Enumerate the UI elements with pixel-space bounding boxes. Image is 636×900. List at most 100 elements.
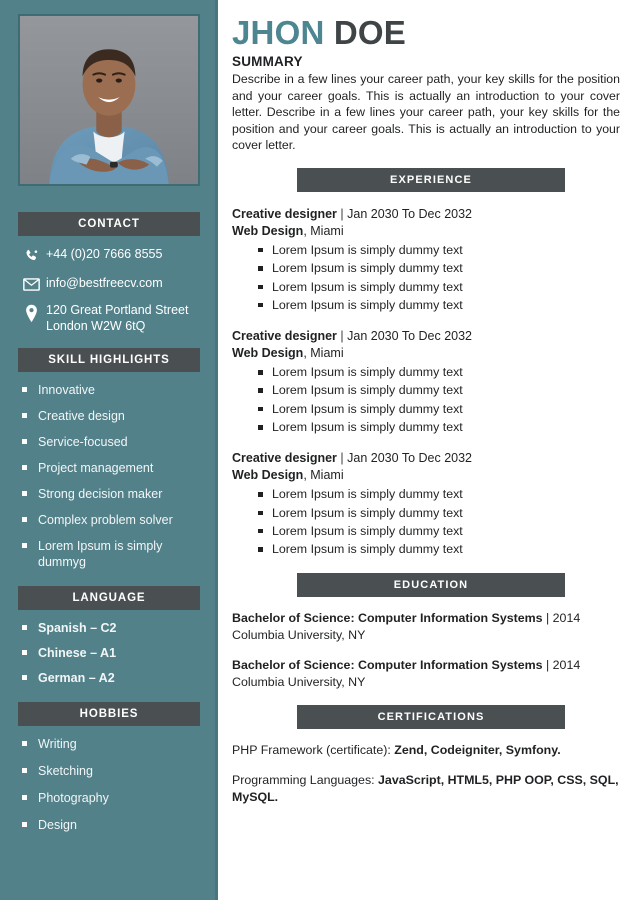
list-item: Photography [22, 790, 208, 806]
certification-label: PHP Framework (certificate): [232, 742, 395, 757]
experience-city: , Miami [303, 223, 344, 238]
contact-address-text: 120 Great Portland Street London W2W 6tQ [46, 303, 189, 333]
location-pin-icon [18, 303, 44, 323]
sidebar-section-contact-title: CONTACT [18, 212, 200, 236]
sidebar-section-hobbies-title: HOBBIES [18, 702, 200, 726]
list-item: Lorem Ipsum is simply dummy text [258, 296, 620, 314]
list-item: Lorem Ipsum is simply dummy text [258, 504, 620, 522]
profile-photo-frame [18, 14, 200, 186]
list-item: Lorem Ipsum is simply dummy text [258, 259, 620, 277]
experience-entry: Creative designer | Jan 2030 To Dec 2032… [232, 450, 620, 558]
list-item: Lorem Ipsum is simply dummyg [22, 538, 208, 570]
separator: | [545, 610, 550, 625]
list-item: Lorem Ipsum is simply dummy text [258, 540, 620, 558]
contact-row-email[interactable]: info@bestfreecv.com [18, 276, 206, 292]
experience-role-line: Creative designer | Jan 2030 To Dec 2032 [232, 328, 620, 345]
education-degree: Bachelor of Science: Computer Informatio… [232, 610, 543, 625]
separator: | [340, 206, 344, 221]
education-year: 2014 [552, 610, 581, 625]
experience-role-line: Creative designer | Jan 2030 To Dec 2032 [232, 206, 620, 223]
list-item: Innovative [22, 382, 208, 398]
main-content: JHON DOE SUMMARY Describe in a few lines… [218, 0, 636, 900]
list-item: Chinese – A1 [22, 645, 208, 661]
separator: | [340, 451, 344, 466]
experience-entry: Creative designer | Jan 2030 To Dec 2032… [232, 328, 620, 436]
list-item: Lorem Ipsum is simply dummy text [258, 363, 620, 381]
experience-role: Creative designer [232, 329, 337, 344]
experience-bullets: Lorem Ipsum is simply dummy text Lorem I… [232, 241, 620, 314]
contact-row-phone[interactable]: +44 (0)20 7666 8555 [18, 247, 206, 265]
list-item: Lorem Ipsum is simply dummy text [258, 485, 620, 503]
certification-label: Programming Languages: [232, 772, 379, 787]
list-item: Lorem Ipsum is simply dummy text [258, 522, 620, 540]
list-item: Strong decision maker [22, 486, 208, 502]
experience-role: Creative designer [232, 451, 337, 466]
sidebar-section-skills-title: SKILL HIGHLIGHTS [18, 348, 200, 372]
name-first: JHON [232, 14, 325, 51]
profile-photo [20, 16, 198, 184]
education-entry: Bachelor of Science: Computer Informatio… [232, 610, 620, 644]
name-last: DOE [333, 14, 406, 51]
certification-value: Zend, Codeigniter, Symfony. [394, 742, 561, 757]
summary-heading: SUMMARY [232, 54, 303, 69]
experience-city: , Miami [303, 346, 344, 361]
sidebar-section-language-title: LANGUAGE [18, 586, 200, 610]
list-item: Service-focused [22, 434, 208, 450]
hobbies-list: Writing Sketching Photography Design [0, 736, 218, 833]
experience-role-line: Creative designer | Jan 2030 To Dec 2032 [232, 450, 620, 467]
education-degree: Bachelor of Science: Computer Informatio… [232, 657, 543, 672]
list-item: Sketching [22, 763, 208, 779]
experience-bullets: Lorem Ipsum is simply dummy text Lorem I… [232, 485, 620, 558]
separator: | [545, 657, 550, 672]
education-school: Columbia University, NY [232, 674, 366, 689]
list-item: Creative design [22, 408, 208, 424]
education-year: 2014 [552, 657, 581, 672]
sidebar: CONTACT +44 (0)20 7666 8555 info@bestfre… [0, 0, 218, 900]
section-header-education: EDUCATION [297, 572, 565, 597]
experience-dates: Jan 2030 To Dec 2032 [347, 451, 473, 466]
experience-entry: Creative designer | Jan 2030 To Dec 2032… [232, 206, 620, 314]
list-item: Complex problem solver [22, 512, 208, 528]
education-school: Columbia University, NY [232, 627, 366, 642]
experience-role: Creative designer [232, 206, 337, 221]
experience-bullets: Lorem Ipsum is simply dummy text Lorem I… [232, 363, 620, 436]
list-item: German – A2 [22, 670, 208, 686]
skill-highlights-list: Innovative Creative design Service-focus… [0, 382, 218, 570]
contact-list: +44 (0)20 7666 8555 info@bestfreecv.com [0, 247, 218, 334]
section-header-certifications: CERTIFICATIONS [297, 704, 565, 729]
separator: | [340, 329, 344, 344]
resume-page: CONTACT +44 (0)20 7666 8555 info@bestfre… [0, 0, 636, 900]
list-item: Lorem Ipsum is simply dummy text [258, 241, 620, 259]
experience-company-line: Web Design, Miami [232, 467, 620, 484]
phone-icon [18, 247, 44, 265]
list-item: Lorem Ipsum is simply dummy text [258, 381, 620, 399]
list-item: Spanish – C2 [22, 620, 208, 636]
experience-company-line: Web Design, Miami [232, 223, 620, 240]
education-degree-line: Bachelor of Science: Computer Informatio… [232, 610, 620, 627]
list-item: Writing [22, 736, 208, 752]
contact-phone-text: +44 (0)20 7666 8555 [46, 247, 163, 261]
experience-dates: Jan 2030 To Dec 2032 [347, 206, 473, 221]
contact-row-address[interactable]: 120 Great Portland Street London W2W 6tQ [18, 303, 206, 334]
language-list: Spanish – C2 Chinese – A1 German – A2 [0, 620, 218, 686]
list-item: Lorem Ipsum is simply dummy text [258, 400, 620, 418]
experience-city: , Miami [303, 468, 344, 483]
education-degree-line: Bachelor of Science: Computer Informatio… [232, 657, 620, 674]
certification-entry: PHP Framework (certificate): Zend, Codei… [232, 742, 620, 759]
certification-entry: Programming Languages: JavaScript, HTML5… [232, 772, 620, 806]
experience-company: Web Design [232, 346, 304, 361]
experience-dates: Jan 2030 To Dec 2032 [347, 329, 473, 344]
education-entry: Bachelor of Science: Computer Informatio… [232, 657, 620, 691]
experience-company-line: Web Design, Miami [232, 345, 620, 362]
envelope-icon [18, 276, 44, 292]
section-header-experience: EXPERIENCE [297, 167, 565, 192]
experience-company: Web Design [232, 223, 304, 238]
list-item: Lorem Ipsum is simply dummy text [258, 278, 620, 296]
list-item: Project management [22, 460, 208, 476]
summary-text: Describe in a few lines your career path… [232, 72, 620, 153]
list-item: Lorem Ipsum is simply dummy text [258, 418, 620, 436]
experience-company: Web Design [232, 468, 304, 483]
contact-email-text: info@bestfreecv.com [46, 276, 163, 290]
page-title: JHON DOE [232, 14, 620, 52]
list-item: Design [22, 817, 208, 833]
